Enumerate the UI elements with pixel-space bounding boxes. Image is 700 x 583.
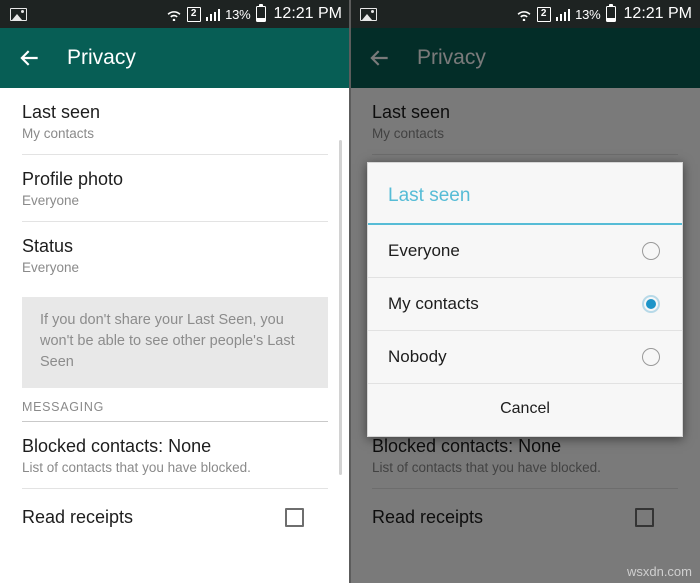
battery-percent-label: 13% xyxy=(575,6,601,22)
status-bar-clock: 12:21 PM xyxy=(273,5,342,22)
radio-button-nobody[interactable] xyxy=(642,348,660,366)
image-icon xyxy=(10,7,27,21)
status-bar-left xyxy=(10,7,166,21)
read-receipts-checkbox[interactable] xyxy=(285,508,304,527)
row-title: Blocked contacts: None xyxy=(22,436,212,456)
app-bar: Privacy xyxy=(0,28,350,88)
row-title: Profile photo xyxy=(22,169,124,189)
dialog-title: Last seen xyxy=(368,163,682,225)
left-screen: 2 13% 12:21 PM Privacy Last seen My cont… xyxy=(0,0,350,583)
scrollbar-thumb[interactable] xyxy=(339,140,342,475)
signal-bars-icon xyxy=(205,8,221,21)
status-bar-right: 2 13% 12:21 PM xyxy=(166,3,342,23)
signal-bars-icon xyxy=(555,8,571,21)
battery-percent-label: 13% xyxy=(225,6,251,22)
dialog-option-my-contacts[interactable]: My contacts xyxy=(368,278,682,331)
radio-button-my-contacts[interactable] xyxy=(642,295,660,313)
setting-row-read-receipts[interactable]: Read receipts xyxy=(0,489,350,528)
status-bar: 2 13% 12:21 PM xyxy=(350,0,700,28)
status-bar: 2 13% 12:21 PM xyxy=(0,0,350,28)
wifi-icon xyxy=(516,7,532,22)
option-label: My contacts xyxy=(388,294,479,313)
status-bar-left xyxy=(360,7,516,21)
radio-button-everyone[interactable] xyxy=(642,242,660,260)
last-seen-info-box: If you don't share your Last Seen, you w… xyxy=(22,297,328,388)
row-subtitle: Everyone xyxy=(22,260,80,275)
status-bar-right: 2 13% 12:21 PM xyxy=(516,3,692,23)
image-icon xyxy=(360,7,377,21)
setting-row-last-seen[interactable]: Last seen My contacts xyxy=(0,88,350,154)
wifi-icon xyxy=(166,7,182,22)
setting-row-profile-photo[interactable]: Profile photo Everyone xyxy=(0,155,350,221)
option-label: Everyone xyxy=(388,241,460,260)
battery-icon xyxy=(255,3,266,22)
sim-card-icon: 2 xyxy=(186,6,201,22)
battery-icon xyxy=(605,3,616,22)
row-title: Status xyxy=(22,236,74,256)
setting-row-status[interactable]: Status Everyone xyxy=(0,222,350,288)
settings-list: Last seen My contacts Profile photo Ever… xyxy=(0,88,350,583)
dialog-option-everyone[interactable]: Everyone xyxy=(368,225,682,278)
dual-screenshot-container: 2 13% 12:21 PM Privacy Last seen My cont… xyxy=(0,0,700,583)
row-title: Read receipts xyxy=(22,507,134,527)
row-subtitle: Everyone xyxy=(22,193,80,208)
section-header-messaging: MESSAGING xyxy=(22,400,105,414)
right-screen: 2 13% 12:21 PM Privacy Last seen My cont… xyxy=(350,0,700,583)
back-arrow-icon[interactable] xyxy=(16,45,42,71)
info-note-text: If you don't share your Last Seen, you w… xyxy=(40,312,295,370)
panel-divider xyxy=(349,0,351,583)
option-label: Nobody xyxy=(388,347,447,366)
last-seen-dialog: Last seen Everyone My contacts Nobody Ca… xyxy=(367,162,683,437)
page-title: Privacy xyxy=(67,46,136,69)
watermark: wsxdn.com xyxy=(626,564,692,579)
setting-row-blocked-contacts[interactable]: Blocked contacts: None List of contacts … xyxy=(0,422,350,488)
cancel-button[interactable]: Cancel xyxy=(368,384,682,436)
row-title: Last seen xyxy=(22,102,101,122)
sim-card-icon: 2 xyxy=(536,6,551,22)
row-subtitle: My contacts xyxy=(22,126,95,141)
dialog-option-nobody[interactable]: Nobody xyxy=(368,331,682,384)
status-bar-clock: 12:21 PM xyxy=(623,5,692,22)
row-subtitle: List of contacts that you have blocked. xyxy=(22,460,251,475)
